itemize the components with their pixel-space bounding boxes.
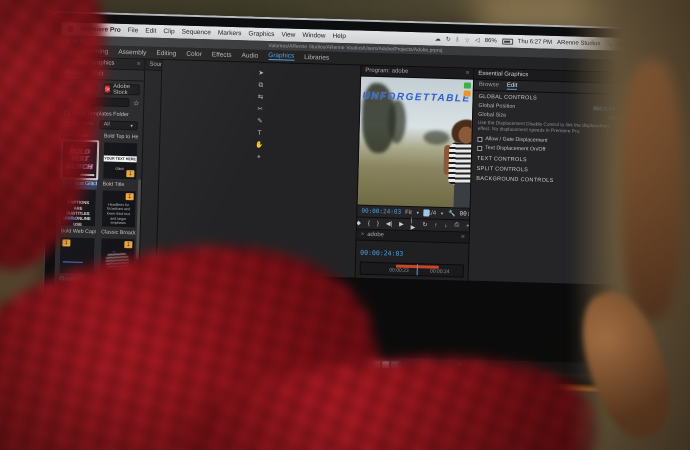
adobe-stock-logo: St [104, 85, 111, 93]
template-sync-badge [124, 241, 133, 249]
tab-browse[interactable]: Browse [479, 82, 499, 89]
close-icon[interactable]: × [361, 232, 365, 238]
chevron-down-icon: ▼ [415, 210, 420, 216]
template-sync-badge [125, 193, 134, 201]
menubar-clock[interactable]: Thu 6:27 PM [518, 38, 553, 45]
hand-fingers [622, 60, 682, 320]
mark-in-button[interactable]: { [368, 220, 370, 226]
workspace-color[interactable]: Color [186, 50, 202, 57]
settings-wrench-icon[interactable]: 🔧 [448, 210, 456, 217]
battery-icon [501, 37, 513, 45]
tab-edit[interactable]: Edit [506, 82, 518, 90]
tab-mini-sequence[interactable]: adobe [367, 232, 384, 238]
workspace-libraries[interactable]: Libraries [304, 53, 329, 61]
mark-out-button[interactable]: } [377, 221, 379, 227]
wifi-icon[interactable]: ⌔ [464, 36, 470, 44]
property-label: Global Size [478, 111, 507, 119]
menu-graphics[interactable]: Graphics [248, 30, 274, 38]
tab-source[interactable]: Source: (no clip) [149, 62, 161, 69]
template-thumb-classic-broadcast-caption[interactable]: Headlines for broadcast and lower third … [100, 189, 137, 229]
checkbox-label: Text Displacement On/Off [485, 145, 546, 154]
menu-clip[interactable]: Clip [163, 28, 174, 35]
checkbox[interactable] [477, 136, 483, 142]
fx-badge [463, 82, 472, 89]
razor-tool-icon[interactable]: ✂ [257, 106, 263, 113]
menu-file[interactable]: File [128, 27, 139, 34]
progress-line [62, 261, 83, 264]
ruler-label: 00:00:23 [389, 267, 409, 274]
hand-tool-icon[interactable]: ✋ [255, 142, 263, 149]
menu-view[interactable]: View [281, 31, 295, 38]
property-label: Global Position [478, 102, 516, 110]
panel-title: Essential Graphics [478, 70, 529, 79]
program-monitor: Program: adobe ≡ UNFORGETTABLE 00:00:24:0… [355, 65, 474, 281]
selection-tool-icon[interactable]: ➤ [258, 70, 264, 77]
chevron-down-icon: ▼ [440, 210, 445, 216]
zoom-tool-icon[interactable]: ⌖ [257, 154, 261, 161]
template-sync-badge [62, 239, 71, 247]
checkbox[interactable] [477, 145, 483, 151]
playhead[interactable] [416, 264, 419, 276]
mini-timeline-timecode[interactable]: 00:00:24:03 [360, 249, 403, 258]
step-back-button[interactable]: ◀| [386, 220, 392, 227]
workspace-effects[interactable]: Effects [212, 51, 232, 59]
menu-markers[interactable]: Markers [218, 30, 242, 38]
workspace-audio[interactable]: Audio [242, 52, 259, 59]
tree-silhouette [387, 99, 407, 144]
type-tool-icon[interactable]: T [257, 130, 261, 137]
cloud-icon[interactable]: ☁ [435, 36, 441, 43]
favorites-star-icon[interactable]: ☆ [133, 99, 140, 107]
template-thumb-bold-title[interactable]: YOUR TEXT HERE Glitch [101, 141, 139, 181]
track-select-tool-icon[interactable]: ⧉ [258, 82, 263, 89]
play-button[interactable]: ▶ [399, 221, 404, 228]
panel-menu-icon[interactable]: ≡ [137, 61, 141, 67]
export-frame-button[interactable]: ⎙ [454, 222, 459, 229]
bluetooth-icon[interactable]: ᛒ [456, 37, 460, 43]
template-sync-badge [126, 170, 135, 178]
mini-timeline-panel: × adobe ≡ 00:00:24:03 00:00:23 00:00:24 [355, 82, 472, 280]
menu-edit[interactable]: Edit [145, 28, 156, 35]
adobe-stock-filter-button[interactable]: St Adobe Stock [103, 83, 140, 96]
workspace-assembly[interactable]: Assembly [118, 48, 146, 56]
ripple-edit-tool-icon[interactable]: ⇆ [258, 94, 264, 101]
checkbox-label: Allow / Gate Displacement [485, 136, 548, 145]
zoom-level-dropdown[interactable]: Fit [405, 209, 412, 215]
extract-button[interactable]: ↓ [444, 222, 447, 228]
loop-button[interactable]: ↻ [422, 221, 427, 228]
libraries-dropdown[interactable]: All ▼ [99, 119, 138, 130]
menu-window[interactable]: Window [302, 32, 325, 40]
step-forward-button[interactable]: |▶ [411, 218, 416, 231]
marker-badge [463, 90, 471, 97]
battery-percent: 86% [484, 37, 497, 44]
add-marker-button[interactable]: ◆ [356, 220, 361, 227]
panel-menu-icon[interactable]: ≡ [466, 71, 470, 77]
menu-help[interactable]: Help [332, 33, 346, 40]
clock-sync-icon[interactable]: ↻ [446, 36, 451, 43]
pen-tool-icon[interactable]: ✎ [257, 118, 263, 125]
workspace-graphics[interactable]: Graphics [268, 51, 295, 61]
scrub-handle[interactable] [423, 209, 430, 217]
panel-menu-icon[interactable]: ≡ [461, 234, 465, 240]
program-video-frame: UNFORGETTABLE [357, 76, 474, 208]
tools-panel: ➤ ⧉ ⇆ ✂ ✎ T ✋ ⌖ [156, 60, 361, 278]
video-subject-person [441, 119, 474, 208]
menu-sequence[interactable]: Sequence [182, 29, 211, 37]
workspace-editing[interactable]: Editing [156, 49, 176, 57]
mini-timeline-ruler[interactable]: 00:00:23 00:00:24 [359, 261, 464, 278]
ruler-label: 00:00:24 [429, 268, 450, 276]
tab-program[interactable]: Program: adobe [365, 68, 408, 75]
lift-button[interactable]: ↑ [434, 222, 437, 228]
volume-icon[interactable]: ◁ [475, 37, 480, 44]
program-timecode[interactable]: 00:00:24:03 [361, 208, 401, 216]
